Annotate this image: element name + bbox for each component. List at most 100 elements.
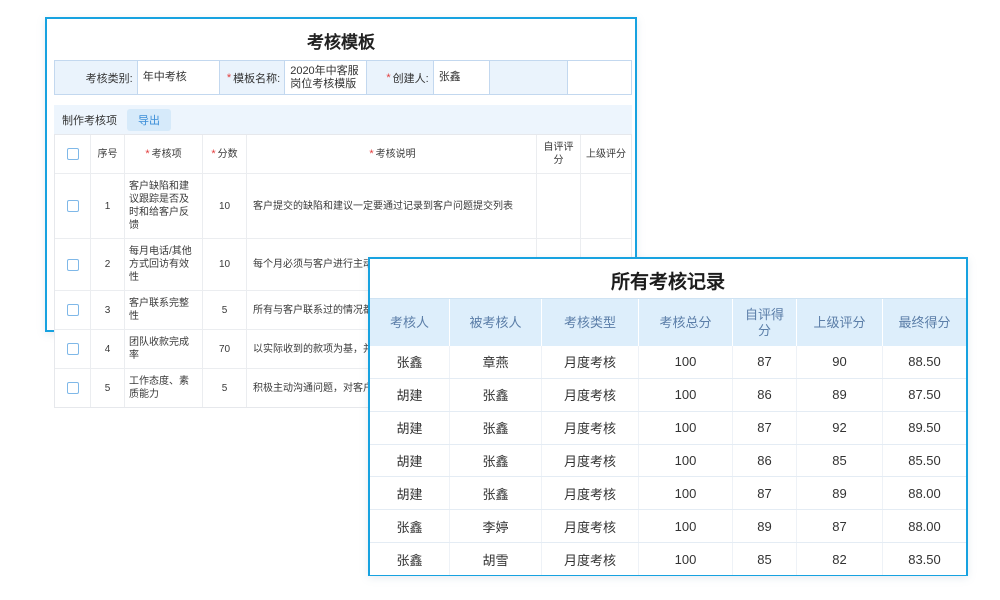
assessee-cell: 胡雪 (450, 543, 542, 575)
self-score-cell: 85 (733, 543, 797, 575)
row-checkbox[interactable] (67, 343, 79, 355)
seq-cell: 2 (91, 239, 125, 290)
category-value: 年中考核 (138, 61, 221, 94)
seq-cell: 5 (91, 369, 125, 407)
page-title: 考核模板 (47, 28, 635, 53)
score-cell: 5 (203, 291, 247, 329)
type-cell: 月度考核 (542, 379, 639, 411)
table-row: 胡建 张鑫 月度考核 100 87 92 89.50 (370, 412, 966, 445)
final-score-cell: 87.50 (883, 379, 966, 411)
seq-cell: 3 (91, 291, 125, 329)
self-score-header: 自评得分 (733, 299, 797, 346)
category-label: 考核类别: (55, 61, 138, 94)
item-cell: 客户联系完整性 (125, 291, 203, 329)
type-cell: 月度考核 (542, 510, 639, 542)
assessee-cell: 张鑫 (450, 445, 542, 477)
assessee-cell: 章燕 (450, 346, 542, 378)
assessment-records-panel: 所有考核记录 考核人 被考核人 考核类型 考核总分 自评得分 上级评分 最终得分… (368, 257, 968, 576)
select-all-checkbox[interactable] (67, 148, 79, 160)
superior-score-cell (581, 174, 631, 238)
self-score-cell (537, 174, 581, 238)
type-header: 考核类型 (542, 299, 639, 346)
seq-cell: 4 (91, 330, 125, 368)
desc-cell: 客户提交的缺陷和建议一定要通过记录到客户问题提交列表 (247, 174, 537, 238)
total-score-cell: 100 (639, 412, 733, 444)
empty-label-cell (490, 61, 569, 94)
superior-score-cell: 85 (797, 445, 883, 477)
self-score-cell: 87 (733, 412, 797, 444)
required-asterisk: * (211, 148, 215, 161)
table-row: 胡建 张鑫 月度考核 100 86 89 87.50 (370, 379, 966, 412)
superior-score-cell: 82 (797, 543, 883, 575)
records-title: 所有考核记录 (370, 267, 966, 294)
total-score-cell: 100 (639, 510, 733, 542)
final-score-cell: 88.50 (883, 346, 966, 378)
row-checkbox-cell (55, 330, 91, 368)
required-asterisk: * (386, 72, 390, 84)
table-row: 张鑫 胡雪 月度考核 100 85 82 83.50 (370, 543, 966, 575)
type-cell: 月度考核 (542, 445, 639, 477)
superior-score-cell: 92 (797, 412, 883, 444)
type-cell: 月度考核 (542, 543, 639, 575)
score-cell: 10 (203, 239, 247, 290)
table-row: 张鑫 李婷 月度考核 100 89 87 88.00 (370, 510, 966, 543)
seq-cell: 1 (91, 174, 125, 238)
required-asterisk: * (145, 148, 149, 161)
assessor-cell: 胡建 (370, 412, 450, 444)
self-score-cell: 86 (733, 445, 797, 477)
total-score-cell: 100 (639, 543, 733, 575)
superior-score-cell: 87 (797, 510, 883, 542)
row-checkbox-cell (55, 174, 91, 238)
assessor-cell: 胡建 (370, 445, 450, 477)
row-checkbox[interactable] (67, 304, 79, 316)
total-score-header: 考核总分 (639, 299, 733, 346)
records-header-row: 考核人 被考核人 考核类型 考核总分 自评得分 上级评分 最终得分 (370, 299, 966, 346)
final-score-cell: 85.50 (883, 445, 966, 477)
template-name-label: *模板名称: (220, 61, 285, 94)
self-score-header: 自评评分 (537, 135, 581, 173)
creator-label: *创建人: (367, 61, 434, 94)
required-asterisk: * (369, 148, 373, 161)
final-score-cell: 83.50 (883, 543, 966, 575)
superior-score-header: 上级评分 (581, 135, 631, 173)
total-score-cell: 100 (639, 445, 733, 477)
row-checkbox[interactable] (67, 382, 79, 394)
assessee-cell: 张鑫 (450, 379, 542, 411)
superior-score-header: 上级评分 (797, 299, 883, 346)
score-cell: 5 (203, 369, 247, 407)
make-items-label: 制作考核项 (62, 112, 117, 128)
export-button[interactable]: 导出 (127, 109, 171, 131)
row-checkbox-cell (55, 369, 91, 407)
table-row: 1 客户缺陷和建议跟踪是否及时和给客户反馈 10 客户提交的缺陷和建议一定要通过… (55, 174, 631, 239)
self-score-cell: 87 (733, 346, 797, 378)
score-header: *分数 (203, 135, 247, 173)
assessee-cell: 张鑫 (450, 477, 542, 509)
item-cell: 客户缺陷和建议跟踪是否及时和给客户反馈 (125, 174, 203, 238)
type-cell: 月度考核 (542, 477, 639, 509)
item-header: *考核项 (125, 135, 203, 173)
final-score-cell: 88.00 (883, 510, 966, 542)
header-checkbox-cell (55, 135, 91, 173)
final-score-cell: 88.00 (883, 477, 966, 509)
total-score-cell: 100 (639, 477, 733, 509)
assessor-cell: 胡建 (370, 477, 450, 509)
type-cell: 月度考核 (542, 346, 639, 378)
score-cell: 10 (203, 174, 247, 238)
records-table: 考核人 被考核人 考核类型 考核总分 自评得分 上级评分 最终得分 张鑫 章燕 … (370, 298, 966, 575)
row-checkbox-cell (55, 239, 91, 290)
row-checkbox[interactable] (67, 259, 79, 271)
total-score-cell: 100 (639, 346, 733, 378)
records-body: 张鑫 章燕 月度考核 100 87 90 88.50 胡建 张鑫 月度考核 10… (370, 346, 966, 575)
row-checkbox[interactable] (67, 200, 79, 212)
assessor-cell: 张鑫 (370, 346, 450, 378)
item-cell: 每月电话/其他方式回访有效性 (125, 239, 203, 290)
assessee-header: 被考核人 (450, 299, 542, 346)
row-checkbox-cell (55, 291, 91, 329)
seq-header: 序号 (91, 135, 125, 173)
table-row: 胡建 张鑫 月度考核 100 87 89 88.00 (370, 477, 966, 510)
assessor-header: 考核人 (370, 299, 450, 346)
item-cell: 工作态度、素质能力 (125, 369, 203, 407)
self-score-cell: 86 (733, 379, 797, 411)
self-score-cell: 87 (733, 477, 797, 509)
creator-value: 张鑫 (434, 61, 490, 94)
